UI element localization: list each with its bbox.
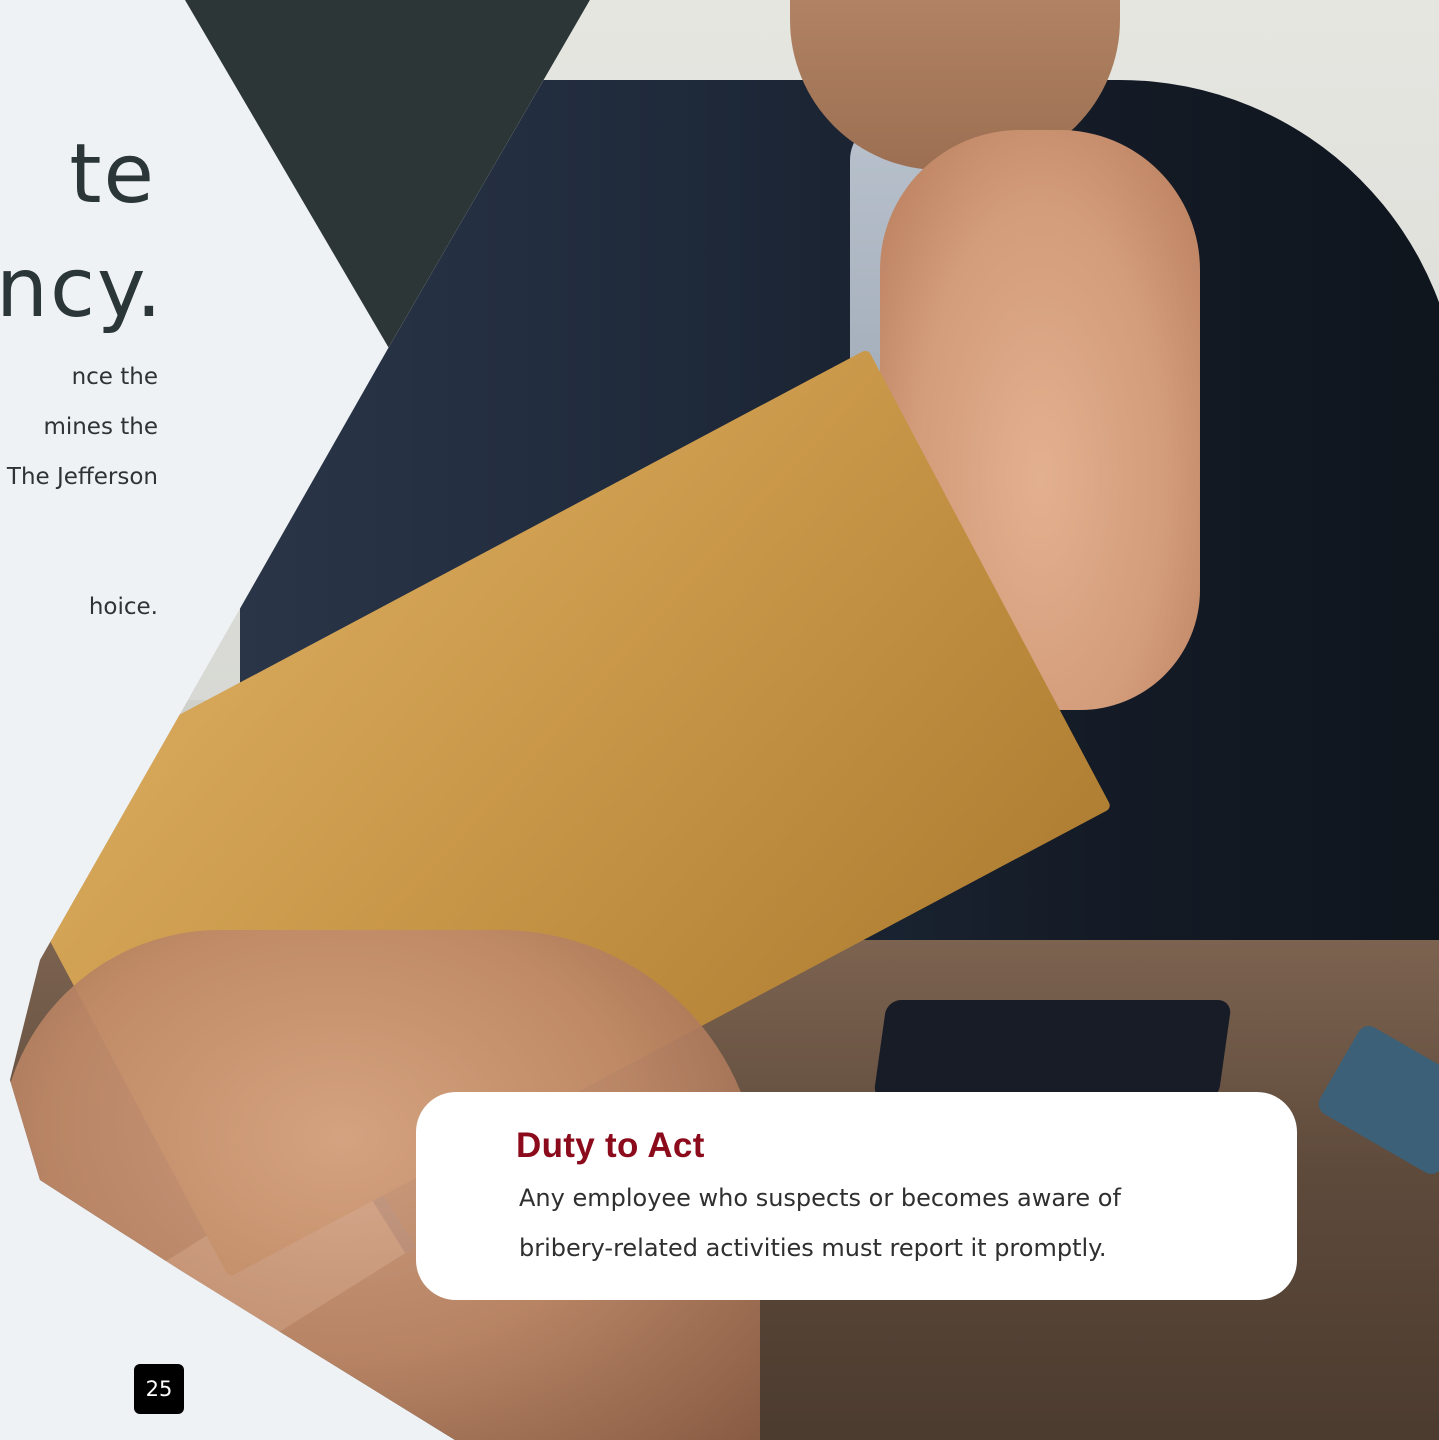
page-number-badge: 25 — [134, 1364, 184, 1414]
page-title: te ncy. — [0, 118, 164, 346]
card-text-line-2: bribery-related activities must report i… — [519, 1234, 1107, 1262]
duty-to-act-card: Duty to Act Any employee who suspects or… — [416, 1092, 1297, 1300]
intro-line-2: mines the — [43, 414, 158, 440]
photo-phone — [872, 1000, 1233, 1100]
document-page: te ncy. nce the mines the The Jefferson … — [0, 0, 1439, 1440]
intro-line-4: hoice. — [88, 594, 158, 620]
title-line-2: ncy. — [0, 241, 164, 336]
card-heading: Duty to Act — [516, 1126, 705, 1165]
intro-line-3: The Jefferson — [6, 464, 158, 490]
intro-paragraph: nce the mines the The Jefferson hoice. — [0, 352, 158, 632]
intro-line-1: nce the — [71, 364, 158, 390]
card-text-line-1: Any employee who suspects or becomes awa… — [519, 1184, 1121, 1212]
title-line-1: te — [69, 127, 156, 222]
